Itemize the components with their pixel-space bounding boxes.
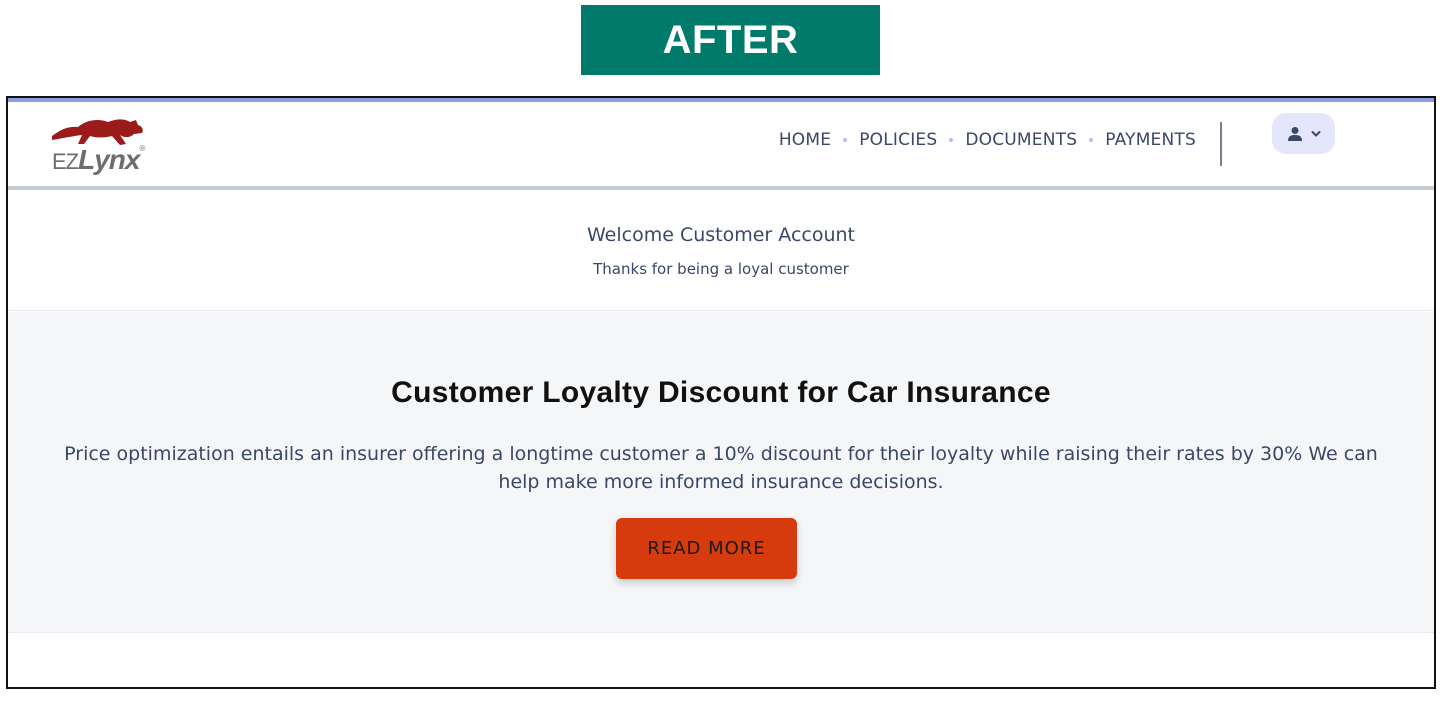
read-more-button[interactable]: READ MORE (616, 518, 797, 579)
welcome-section: Welcome Customer Account Thanks for bein… (8, 190, 1434, 311)
nav-divider (1220, 122, 1222, 166)
nav-dot-separator (949, 138, 954, 142)
user-menu-button[interactable] (1272, 113, 1335, 154)
site-header: EZLynx® HOME POLICIES DOCUMENTS PAYMENTS (8, 102, 1434, 190)
user-icon (1287, 126, 1302, 141)
nav-home[interactable]: HOME (779, 130, 831, 150)
promo-text: Price optimization entails an insurer of… (64, 443, 1378, 493)
main-nav: HOME POLICIES DOCUMENTS PAYMENTS (779, 130, 1196, 150)
after-banner: AFTER (581, 5, 880, 75)
ezlynx-logo[interactable]: EZLynx® (50, 116, 150, 176)
nav-dot-separator (1089, 138, 1094, 142)
chevron-down-icon (1311, 130, 1320, 137)
nav-dot-separator (843, 138, 848, 142)
nav-policies[interactable]: POLICIES (859, 130, 937, 150)
welcome-subtitle: Thanks for being a loyal customer (593, 260, 849, 278)
after-banner-label: AFTER (662, 17, 799, 62)
logo-reg: ® (139, 144, 145, 153)
nav-payments[interactable]: PAYMENTS (1105, 130, 1196, 150)
logo-lynx: Lynx (78, 144, 140, 175)
logo-wordmark: EZLynx® (52, 144, 145, 176)
app-window: EZLynx® HOME POLICIES DOCUMENTS PAYMENTS… (6, 96, 1436, 689)
nav-documents[interactable]: DOCUMENTS (965, 130, 1077, 150)
welcome-title: Welcome Customer Account (587, 224, 855, 246)
promo-title: Customer Loyalty Discount for Car Insura… (391, 376, 1051, 409)
logo-ez: EZ (52, 149, 79, 174)
promo-section: Customer Loyalty Discount for Car Insura… (8, 312, 1434, 633)
